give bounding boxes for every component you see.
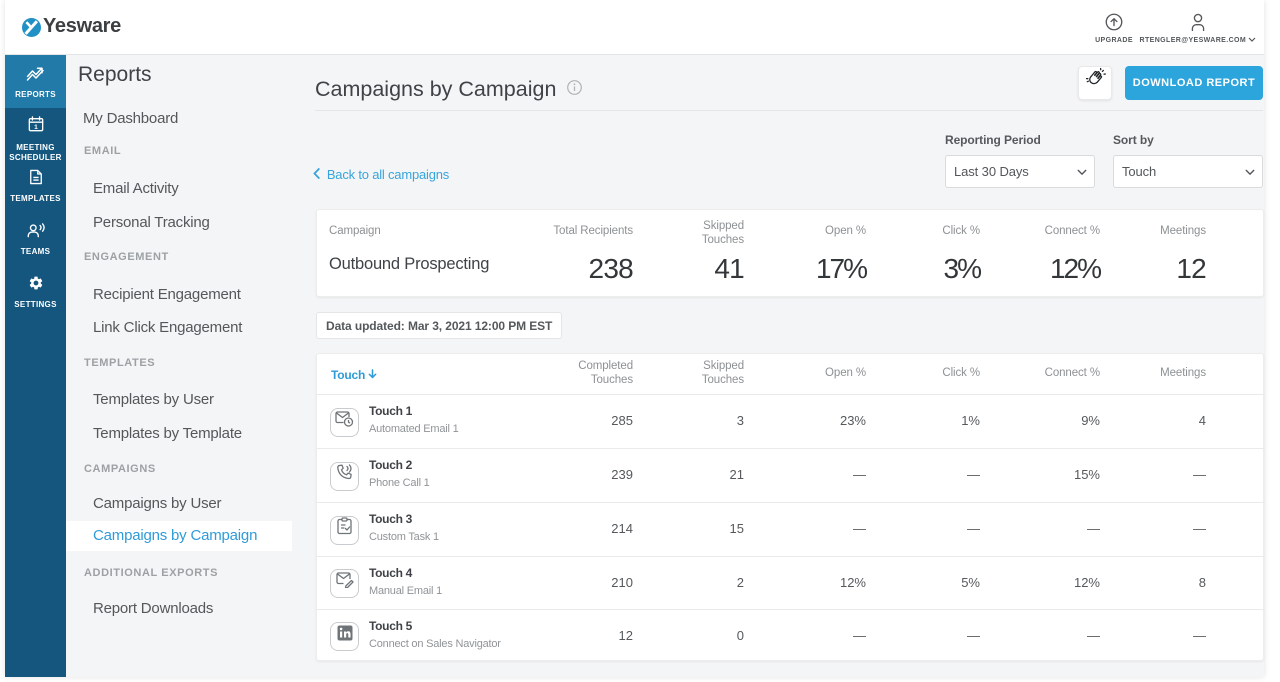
svg-text:1: 1	[34, 124, 38, 131]
